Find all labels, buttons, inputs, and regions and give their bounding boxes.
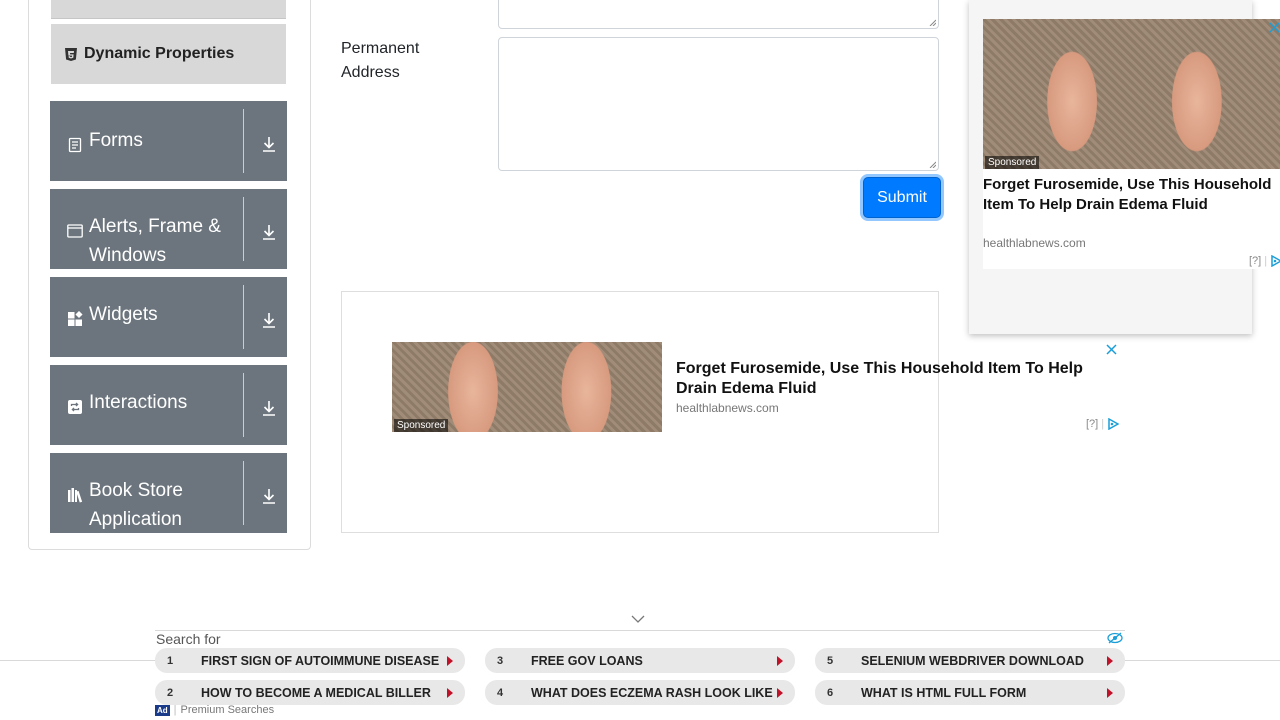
interactions-icon xyxy=(67,395,83,414)
download-icon[interactable] xyxy=(260,311,278,329)
sidebar-subitem-label: Dynamic Properties xyxy=(84,45,235,62)
group-divider xyxy=(243,197,244,261)
group-divider xyxy=(243,373,244,437)
download-icon[interactable] xyxy=(260,399,278,417)
sidebar-subitem-previous[interactable] xyxy=(51,0,286,19)
search-result-item[interactable]: 1 FIRST SIGN OF AUTOIMMUNE DISEASE xyxy=(155,648,465,673)
ad-title-link[interactable]: Forget Furosemide, Use This Household It… xyxy=(676,359,1106,399)
sidebar-group-alerts[interactable]: Alerts, Frame & Windows xyxy=(50,189,287,269)
arrow-right-icon xyxy=(447,687,453,698)
search-result-item[interactable]: 6 WHAT IS HTML FULL FORM xyxy=(815,680,1125,705)
close-icon[interactable] xyxy=(1269,22,1280,33)
eye-icon[interactable] xyxy=(1107,632,1123,644)
result-number: 6 xyxy=(826,686,834,699)
search-result-item[interactable]: 3 FREE GOV LOANS xyxy=(485,648,795,673)
html5-icon xyxy=(65,47,77,61)
sidebar-subitem-dynamic-properties[interactable]: Dynamic Properties xyxy=(51,24,286,84)
result-text: FIRST SIGN OF AUTOIMMUNE DISEASE xyxy=(201,653,440,668)
sidebar-group-book-store[interactable]: Book Store Application xyxy=(50,453,287,533)
search-result-item[interactable]: 4 WHAT DOES ECZEMA RASH LOOK LIKE xyxy=(485,680,795,705)
side-ad-image[interactable]: Sponsored xyxy=(983,19,1280,169)
sidebar-group-label: Book Store Application xyxy=(89,480,183,530)
submit-button[interactable]: Submit xyxy=(863,177,941,218)
side-ad-info[interactable]: [?] | xyxy=(1249,255,1280,267)
search-result-item[interactable]: 2 HOW TO BECOME A MEDICAL BILLER xyxy=(155,680,465,705)
arrow-right-icon xyxy=(447,655,453,666)
result-number: 4 xyxy=(496,686,504,699)
sidebar-group-label: Interactions xyxy=(89,392,188,413)
premium-searches-label[interactable]: Premium Searches xyxy=(181,704,275,716)
sponsored-label: Sponsored xyxy=(985,156,1040,169)
result-number: 1 xyxy=(166,654,174,667)
group-divider xyxy=(243,109,244,173)
ad-badge: Ad xyxy=(155,704,170,716)
arrow-right-icon xyxy=(1107,655,1113,666)
result-text: FREE GOV LOANS xyxy=(531,653,643,668)
result-number: 2 xyxy=(166,686,174,699)
download-icon[interactable] xyxy=(260,487,278,505)
arrow-right-icon xyxy=(777,655,783,666)
adchoices-icon xyxy=(1271,255,1280,267)
result-text: WHAT IS HTML FULL FORM xyxy=(861,685,1027,700)
ad-image[interactable]: Sponsored xyxy=(392,342,662,432)
group-divider xyxy=(243,461,244,525)
permanent-address-label: Permanent Address xyxy=(341,40,420,81)
result-number: 5 xyxy=(826,654,834,667)
group-divider xyxy=(243,285,244,349)
arrow-right-icon xyxy=(777,687,783,698)
sidebar-group-label: Widgets xyxy=(89,304,158,325)
search-for-heading: Search for xyxy=(156,631,221,647)
resize-handle[interactable] xyxy=(929,161,936,168)
ad-info-label: [?] xyxy=(1249,255,1262,267)
sidebar-group-interactions[interactable]: Interactions xyxy=(50,365,287,445)
sidebar-group-label: Alerts, Frame & Windows xyxy=(89,216,221,266)
ad-domain[interactable]: healthlabnews.com xyxy=(676,401,779,415)
side-ad-domain[interactable]: healthlabnews.com xyxy=(983,236,1086,250)
result-text: HOW TO BECOME A MEDICAL BILLER xyxy=(201,685,431,700)
sidebar-group-widgets[interactable]: Widgets xyxy=(50,277,287,357)
adchoices-icon xyxy=(1108,418,1120,430)
current-address-textarea[interactable] xyxy=(498,0,939,29)
result-text: SELENIUM WEBDRIVER DOWNLOAD xyxy=(861,653,1084,668)
arrow-right-icon xyxy=(1107,687,1113,698)
ad-info[interactable]: [?] | xyxy=(1086,418,1120,430)
book-icon xyxy=(67,483,83,503)
ad-info-label: [?] xyxy=(1086,418,1099,430)
widgets-icon xyxy=(67,307,83,326)
search-bar-footer: Ad | Premium Searches xyxy=(155,704,275,716)
result-text: WHAT DOES ECZEMA RASH LOOK LIKE xyxy=(531,685,773,700)
permanent-address-textarea[interactable] xyxy=(498,37,939,171)
sidebar-group-forms[interactable]: Forms xyxy=(50,101,287,181)
form-icon xyxy=(67,133,83,153)
download-icon[interactable] xyxy=(260,223,278,241)
collapse-chevron-icon[interactable] xyxy=(631,614,645,624)
sponsored-label: Sponsored xyxy=(394,419,449,432)
resize-handle[interactable] xyxy=(929,19,936,26)
search-bar xyxy=(155,630,1125,720)
download-icon[interactable] xyxy=(260,135,278,153)
window-icon xyxy=(67,219,83,238)
side-ad-title-link[interactable]: Forget Furosemide, Use This Household It… xyxy=(983,175,1273,215)
result-number: 3 xyxy=(496,654,504,667)
close-icon[interactable] xyxy=(1106,344,1117,355)
search-result-item[interactable]: 5 SELENIUM WEBDRIVER DOWNLOAD xyxy=(815,648,1125,673)
sidebar-group-label: Forms xyxy=(89,130,143,151)
